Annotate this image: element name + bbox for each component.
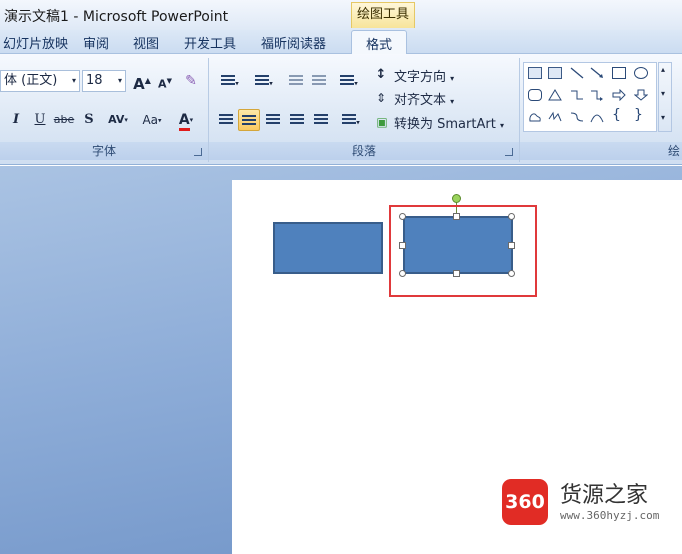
numbering-button[interactable]: ▾ [249,70,279,92]
watermark-url: www.360hyzj.com [560,509,660,522]
highlight-annotation [389,205,537,297]
dialog-launcher-icon[interactable] [505,148,513,156]
elbow-arrow-connector-icon[interactable] [590,89,604,101]
grow-font-button[interactable]: A▲ [131,70,153,93]
italic-button[interactable]: I [5,109,27,131]
tab-format[interactable]: 格式 [351,30,408,55]
justify-button[interactable] [286,109,308,131]
bullets-button[interactable]: ▾ [215,70,245,92]
strikethrough-button[interactable]: abe [53,109,75,131]
paragraph-group-label: 段落 [209,142,519,160]
font-name-value: 体 (正文) [4,73,58,88]
chevron-down-icon[interactable]: ▾ [661,89,665,98]
window-title: 演示文稿1 - Microsoft PowerPoint [4,9,229,25]
gallery-more-icon[interactable]: ▾ [661,113,665,122]
watermark-name: 货源之家 [560,483,649,508]
increase-indent-button[interactable] [308,70,330,92]
font-name-box[interactable]: 体 (正文) ▾ [0,70,80,92]
underline-button[interactable]: U [29,109,51,131]
align-right-button[interactable] [262,109,284,131]
gallery-scrollbar[interactable]: ▴ ▾ ▾ [658,62,672,132]
align-left-button[interactable] [215,109,237,131]
font-size-box[interactable]: 18 ▾ [82,70,126,92]
distributed-button[interactable] [310,109,332,131]
curved-connector-icon[interactable] [570,111,584,123]
triangle-icon[interactable] [548,89,562,101]
tab-review[interactable]: 审阅 [83,33,109,52]
watermark: 360 货源之家 www.360hyzj.com [502,477,682,527]
convert-smartart-button[interactable]: 转换为 SmartArt ▾ [394,113,504,132]
text-box-icon[interactable] [528,67,542,79]
elbow-connector-icon[interactable] [570,89,584,101]
arrow-line-icon[interactable] [590,67,604,79]
watermark-logo: 360 [502,479,548,525]
smartart-icon[interactable]: ▣ [374,111,390,133]
ribbon-tabs: 幻灯片放映 审阅 视图 开发工具 福昕阅读器 格式 [0,30,682,55]
rotation-handle[interactable] [452,194,461,203]
columns-button[interactable]: ▾ [336,109,366,131]
char-spacing-button[interactable]: AV▾ [103,109,133,131]
text-direction-button[interactable]: 文字方向 ▾ [394,66,454,85]
rectangle-icon[interactable] [612,67,626,79]
align-text-button[interactable]: 对齐文本 ▾ [394,89,454,108]
paragraph-group: ▾ ▾ ▾ ↕ 文字方向 ▾ ⇕ 对齐文本 ▾ ▣ 转换为 SmartArt ▾… [209,58,520,162]
oval-icon[interactable] [634,67,648,79]
down-arrow-icon[interactable] [634,89,648,101]
drawing-tools-context-label: 绘图工具 [351,2,415,28]
vertical-text-box-icon[interactable] [548,67,562,79]
drawing-group-label: 绘 [520,142,682,160]
decrease-indent-button[interactable] [285,70,307,92]
chevron-down-icon[interactable]: ▾ [118,71,122,91]
right-brace-icon[interactable]: } [634,108,648,122]
shrink-font-button[interactable]: A▼ [154,70,176,92]
font-size-value: 18 [86,73,103,88]
clear-format-icon[interactable]: ✎ [180,70,202,92]
tab-view[interactable]: 视图 [133,33,159,52]
chevron-up-icon[interactable]: ▴ [661,65,665,74]
rounded-rectangle-icon[interactable] [528,89,542,101]
dialog-launcher-icon[interactable] [194,148,202,156]
left-brace-icon[interactable]: { [612,108,626,122]
shapes-gallery[interactable]: { } [523,62,657,132]
arc-icon[interactable] [590,111,604,123]
change-case-button[interactable]: Aa▾ [137,109,167,131]
font-group: 体 (正文) ▾ 18 ▾ A▲ A▼ ✎ I U abe S AV▾ Aa▾ … [0,58,209,162]
scribble-icon[interactable] [548,111,562,123]
line-spacing-button[interactable]: ▾ [333,70,365,92]
tab-foxit-reader[interactable]: 福昕阅读器 [261,33,326,52]
font-group-label: 字体 [0,142,208,160]
align-center-button[interactable] [238,109,260,131]
right-arrow-icon[interactable] [612,89,626,101]
freeform-icon[interactable] [528,111,542,123]
title-bar: 演示文稿1 - Microsoft PowerPoint 绘图工具 [0,0,682,30]
line-icon[interactable] [570,67,584,79]
rectangle-shape-1[interactable] [273,222,383,274]
align-text-icon[interactable]: ⇕ [374,87,388,109]
text-shadow-button[interactable]: S [78,109,100,131]
tab-slideshow[interactable]: 幻灯片放映 [3,33,68,52]
font-color-button[interactable]: A▾ [171,109,201,131]
chevron-down-icon[interactable]: ▾ [72,71,76,91]
text-direction-icon[interactable]: ↕ [374,64,388,86]
tab-developer[interactable]: 开发工具 [184,33,236,52]
